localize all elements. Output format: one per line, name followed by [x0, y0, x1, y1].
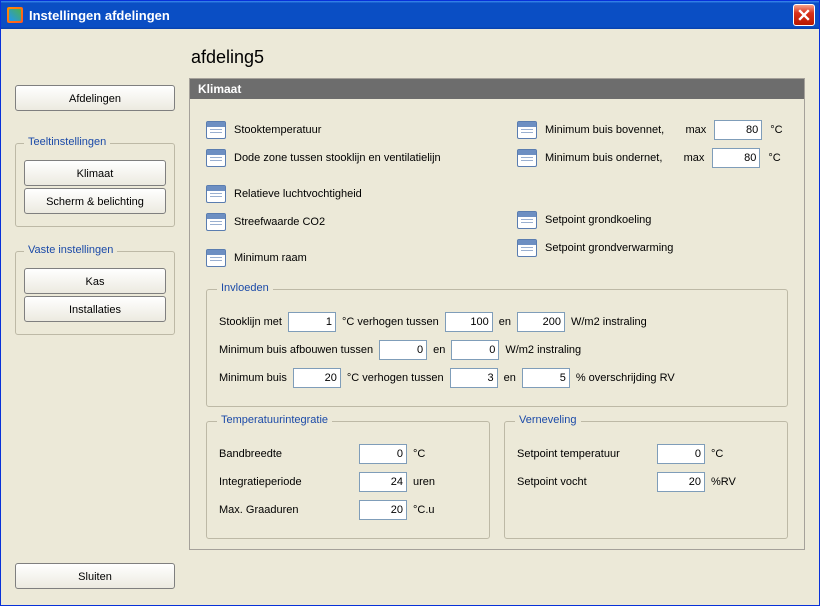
panel-header: Klimaat — [190, 79, 804, 99]
text-label: Minimum buis afbouwen tussen — [219, 344, 373, 356]
item-label: Minimum buis bovennet, — [545, 124, 664, 136]
integratieperiode-input[interactable] — [359, 472, 407, 492]
text-label: % overschrijding RV — [576, 372, 675, 384]
text-label: en — [499, 316, 511, 328]
sidebar-group-teelt: Teeltinstellingen Klimaat Scherm & belic… — [15, 143, 175, 227]
calendar-icon[interactable] — [517, 239, 537, 257]
sp-vocht-input[interactable] — [657, 472, 705, 492]
sidebar: Afdelingen Teeltinstellingen Klimaat Sch… — [15, 43, 175, 591]
text-label: °C verhogen tussen — [342, 316, 439, 328]
fieldset-title: Invloeden — [217, 282, 273, 294]
max-graaduren-input[interactable] — [359, 500, 407, 520]
minbuis-afb-van-input[interactable] — [379, 340, 427, 360]
bandbreedte-input[interactable] — [359, 444, 407, 464]
calendar-icon[interactable] — [206, 149, 226, 167]
afdelingen-button[interactable]: Afdelingen — [15, 85, 175, 111]
text-label: Stooklijn met — [219, 316, 282, 328]
stooklijn-van-input[interactable] — [445, 312, 493, 332]
text-label: en — [504, 372, 516, 384]
content: afdeling5 Klimaat Stooktemperatuur Dode — [175, 43, 805, 591]
item-label: Dode zone tussen stooklijn en ventilatie… — [234, 152, 441, 164]
settings-window: Instellingen afdelingen Afdelingen Teelt… — [0, 0, 820, 606]
unit-label: uren — [413, 476, 435, 488]
titlebar: Instellingen afdelingen — [1, 1, 819, 29]
body: Afdelingen Teeltinstellingen Klimaat Sch… — [1, 29, 819, 605]
max-label: max — [670, 152, 704, 164]
min-onder-max-input[interactable] — [712, 148, 760, 168]
text-label: W/m2 instraling — [571, 316, 647, 328]
text-label: Minimum buis — [219, 372, 287, 384]
unit-label: %RV — [711, 476, 736, 488]
min-boven-max-input[interactable] — [714, 120, 762, 140]
tempintegratie-fieldset: Temperatuurintegratie Bandbreedte °C Int… — [206, 421, 490, 539]
kv-label: Max. Graaduren — [219, 504, 359, 516]
kv-label: Setpoint vocht — [517, 476, 657, 488]
fieldset-title: Verneveling — [515, 414, 581, 426]
sidebar-group-vaste: Vaste instellingen Kas Installaties — [15, 251, 175, 335]
sp-temperatuur-input[interactable] — [657, 444, 705, 464]
max-label: max — [672, 124, 706, 136]
unit-label: °C — [711, 448, 723, 460]
minbuis-afb-tot-input[interactable] — [451, 340, 499, 360]
invloeden-fieldset: Invloeden Stooklijn met °C verhogen tuss… — [206, 289, 788, 407]
item-label: Minimum raam — [234, 252, 307, 264]
minbuis-rv-van-input[interactable] — [450, 368, 498, 388]
app-icon — [7, 7, 23, 23]
calendar-icon[interactable] — [206, 213, 226, 231]
page-title: afdeling5 — [191, 47, 805, 68]
unit-label: °C — [413, 448, 425, 460]
klimaat-panel: Klimaat Stooktemperatuur Dode zone tusse… — [189, 78, 805, 550]
calendar-icon[interactable] — [206, 249, 226, 267]
unit-label: °C.u — [413, 504, 435, 516]
kas-button[interactable]: Kas — [24, 268, 166, 294]
close-icon[interactable] — [793, 4, 815, 26]
item-label: Streefwaarde CO2 — [234, 216, 325, 228]
window-title: Instellingen afdelingen — [29, 8, 793, 23]
klimaat-button[interactable]: Klimaat — [24, 160, 166, 186]
fieldset-title: Temperatuurintegratie — [217, 414, 332, 426]
item-label: Relatieve luchtvochtigheid — [234, 188, 362, 200]
item-label: Setpoint grondkoeling — [545, 214, 651, 226]
minbuis-rv-tot-input[interactable] — [522, 368, 570, 388]
item-label: Setpoint grondverwarming — [545, 242, 673, 254]
calendar-icon[interactable] — [206, 185, 226, 203]
calendar-icon[interactable] — [517, 121, 537, 139]
sidebar-group-title: Vaste instellingen — [24, 244, 117, 256]
kv-label: Integratieperiode — [219, 476, 359, 488]
calendar-icon[interactable] — [206, 121, 226, 139]
sluiten-button[interactable]: Sluiten — [15, 563, 175, 589]
item-label: Minimum buis ondernet, — [545, 152, 662, 164]
calendar-icon[interactable] — [517, 211, 537, 229]
text-label: °C verhogen tussen — [347, 372, 444, 384]
verneveling-fieldset: Verneveling Setpoint temperatuur °C Setp… — [504, 421, 788, 539]
sidebar-group-title: Teeltinstellingen — [24, 136, 110, 148]
text-label: W/m2 instraling — [505, 344, 581, 356]
stooklijn-met-input[interactable] — [288, 312, 336, 332]
text-label: en — [433, 344, 445, 356]
calendar-icon[interactable] — [517, 149, 537, 167]
unit-label: °C — [770, 124, 782, 136]
scherm-belichting-button[interactable]: Scherm & belichting — [24, 188, 166, 214]
kv-label: Bandbreedte — [219, 448, 359, 460]
unit-label: °C — [768, 152, 780, 164]
item-label: Stooktemperatuur — [234, 124, 321, 136]
installaties-button[interactable]: Installaties — [24, 296, 166, 322]
stooklijn-tot-input[interactable] — [517, 312, 565, 332]
kv-label: Setpoint temperatuur — [517, 448, 657, 460]
minbuis-c-input[interactable] — [293, 368, 341, 388]
